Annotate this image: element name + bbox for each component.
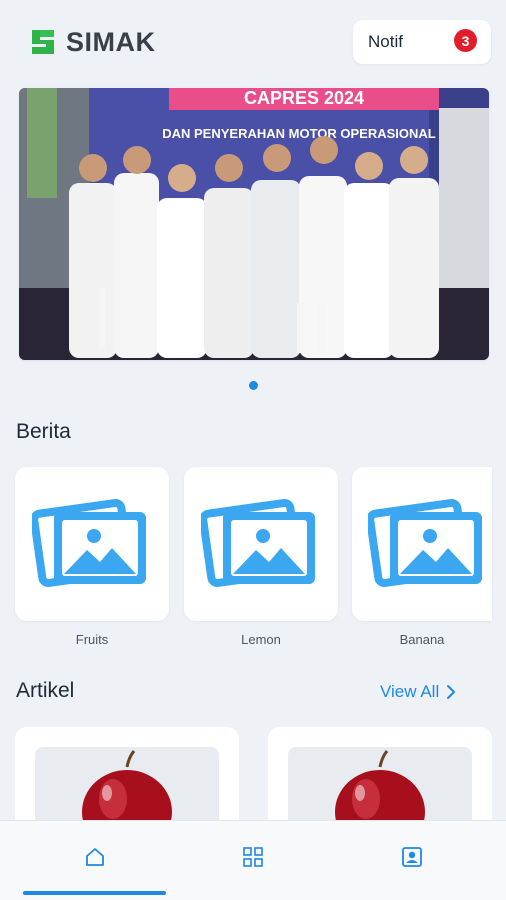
banner-headline-bottom: DAN PENYERAHAN MOTOR OPERASIONAL — [162, 126, 436, 141]
news-card[interactable] — [15, 467, 169, 621]
banner-photo: CAPRES 2024 DAN PENYERAHAN MOTOR OPERASI… — [19, 88, 489, 360]
news-caption: Lemon — [241, 632, 281, 647]
profile-icon — [402, 847, 422, 867]
news-caption: Banana — [399, 632, 445, 647]
image-placeholder-icon — [201, 499, 315, 588]
artikel-section-title: Artikel — [16, 679, 75, 702]
chevron-right-icon — [447, 685, 456, 699]
view-all-link[interactable]: View All — [380, 682, 457, 702]
carousel-indicator-dot[interactable] — [249, 381, 258, 390]
banner-carousel[interactable]: CAPRES 2024 DAN PENYERAHAN MOTOR OPERASI… — [19, 88, 489, 360]
berita-section-title: Berita — [16, 420, 71, 443]
home-icon — [86, 848, 104, 866]
grid-icon — [243, 847, 263, 867]
app-name: SIMAK — [66, 26, 156, 57]
nav-grid[interactable] — [241, 845, 265, 869]
app-header: SIMAK Notif 3 — [0, 0, 506, 84]
simak-logo-icon — [32, 30, 54, 54]
image-placeholder-icon — [368, 499, 482, 588]
notif-label: Notif — [368, 32, 403, 51]
banner-headline-top: CAPRES 2024 — [244, 88, 364, 108]
app-logo: SIMAK — [28, 26, 156, 58]
view-all-label: View All — [380, 682, 440, 701]
active-tab-indicator — [23, 891, 166, 895]
news-card[interactable] — [184, 467, 338, 621]
bottom-nav — [0, 820, 506, 900]
news-card[interactable] — [352, 467, 492, 621]
notif-count-badge: 3 — [454, 29, 477, 52]
image-placeholder-icon — [32, 499, 146, 588]
news-caption: Fruits — [75, 632, 109, 647]
nav-home[interactable] — [83, 845, 107, 869]
nav-profile[interactable] — [400, 845, 424, 869]
